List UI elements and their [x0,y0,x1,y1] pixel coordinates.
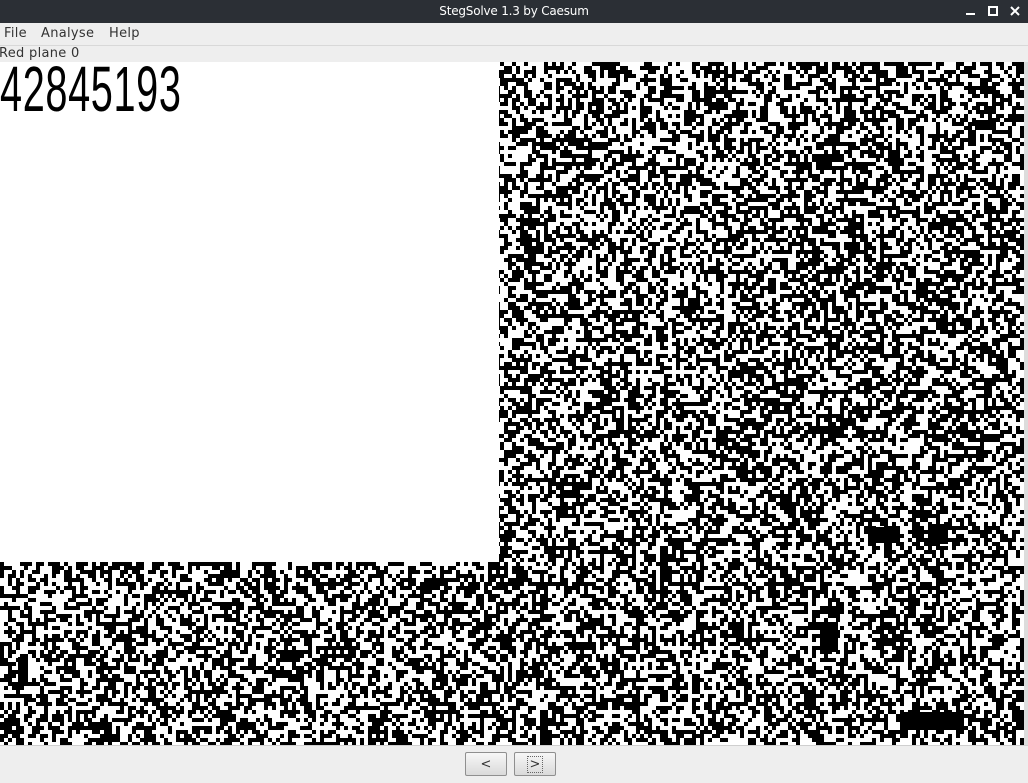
minimize-icon[interactable] [962,2,980,20]
next-plane-label: > [526,756,544,773]
menu-bar: File Analyse Help [0,23,1028,46]
menu-help[interactable]: Help [109,26,140,41]
stegsolve-window: StegSolve 1.3 by Caesum File Analyse Hel… [0,0,1028,783]
menu-analyse[interactable]: Analyse [41,26,94,41]
previous-plane-button[interactable]: < [465,752,507,776]
menu-file[interactable]: File [4,26,27,41]
panel-edge [1024,62,1028,745]
title-bar[interactable]: StegSolve 1.3 by Caesum [0,0,1028,23]
plane-label: Red plane 0 [0,46,80,61]
hidden-message-text: 42845193 [0,62,182,125]
image-view: 42845193 [0,62,1024,745]
navigation-bar: < > [0,745,1028,783]
window-title: StegSolve 1.3 by Caesum [439,4,589,18]
hidden-message-region: 42845193 [0,62,499,562]
maximize-icon[interactable] [984,2,1002,20]
next-plane-button[interactable]: > [514,752,556,776]
close-icon[interactable] [1006,2,1024,20]
